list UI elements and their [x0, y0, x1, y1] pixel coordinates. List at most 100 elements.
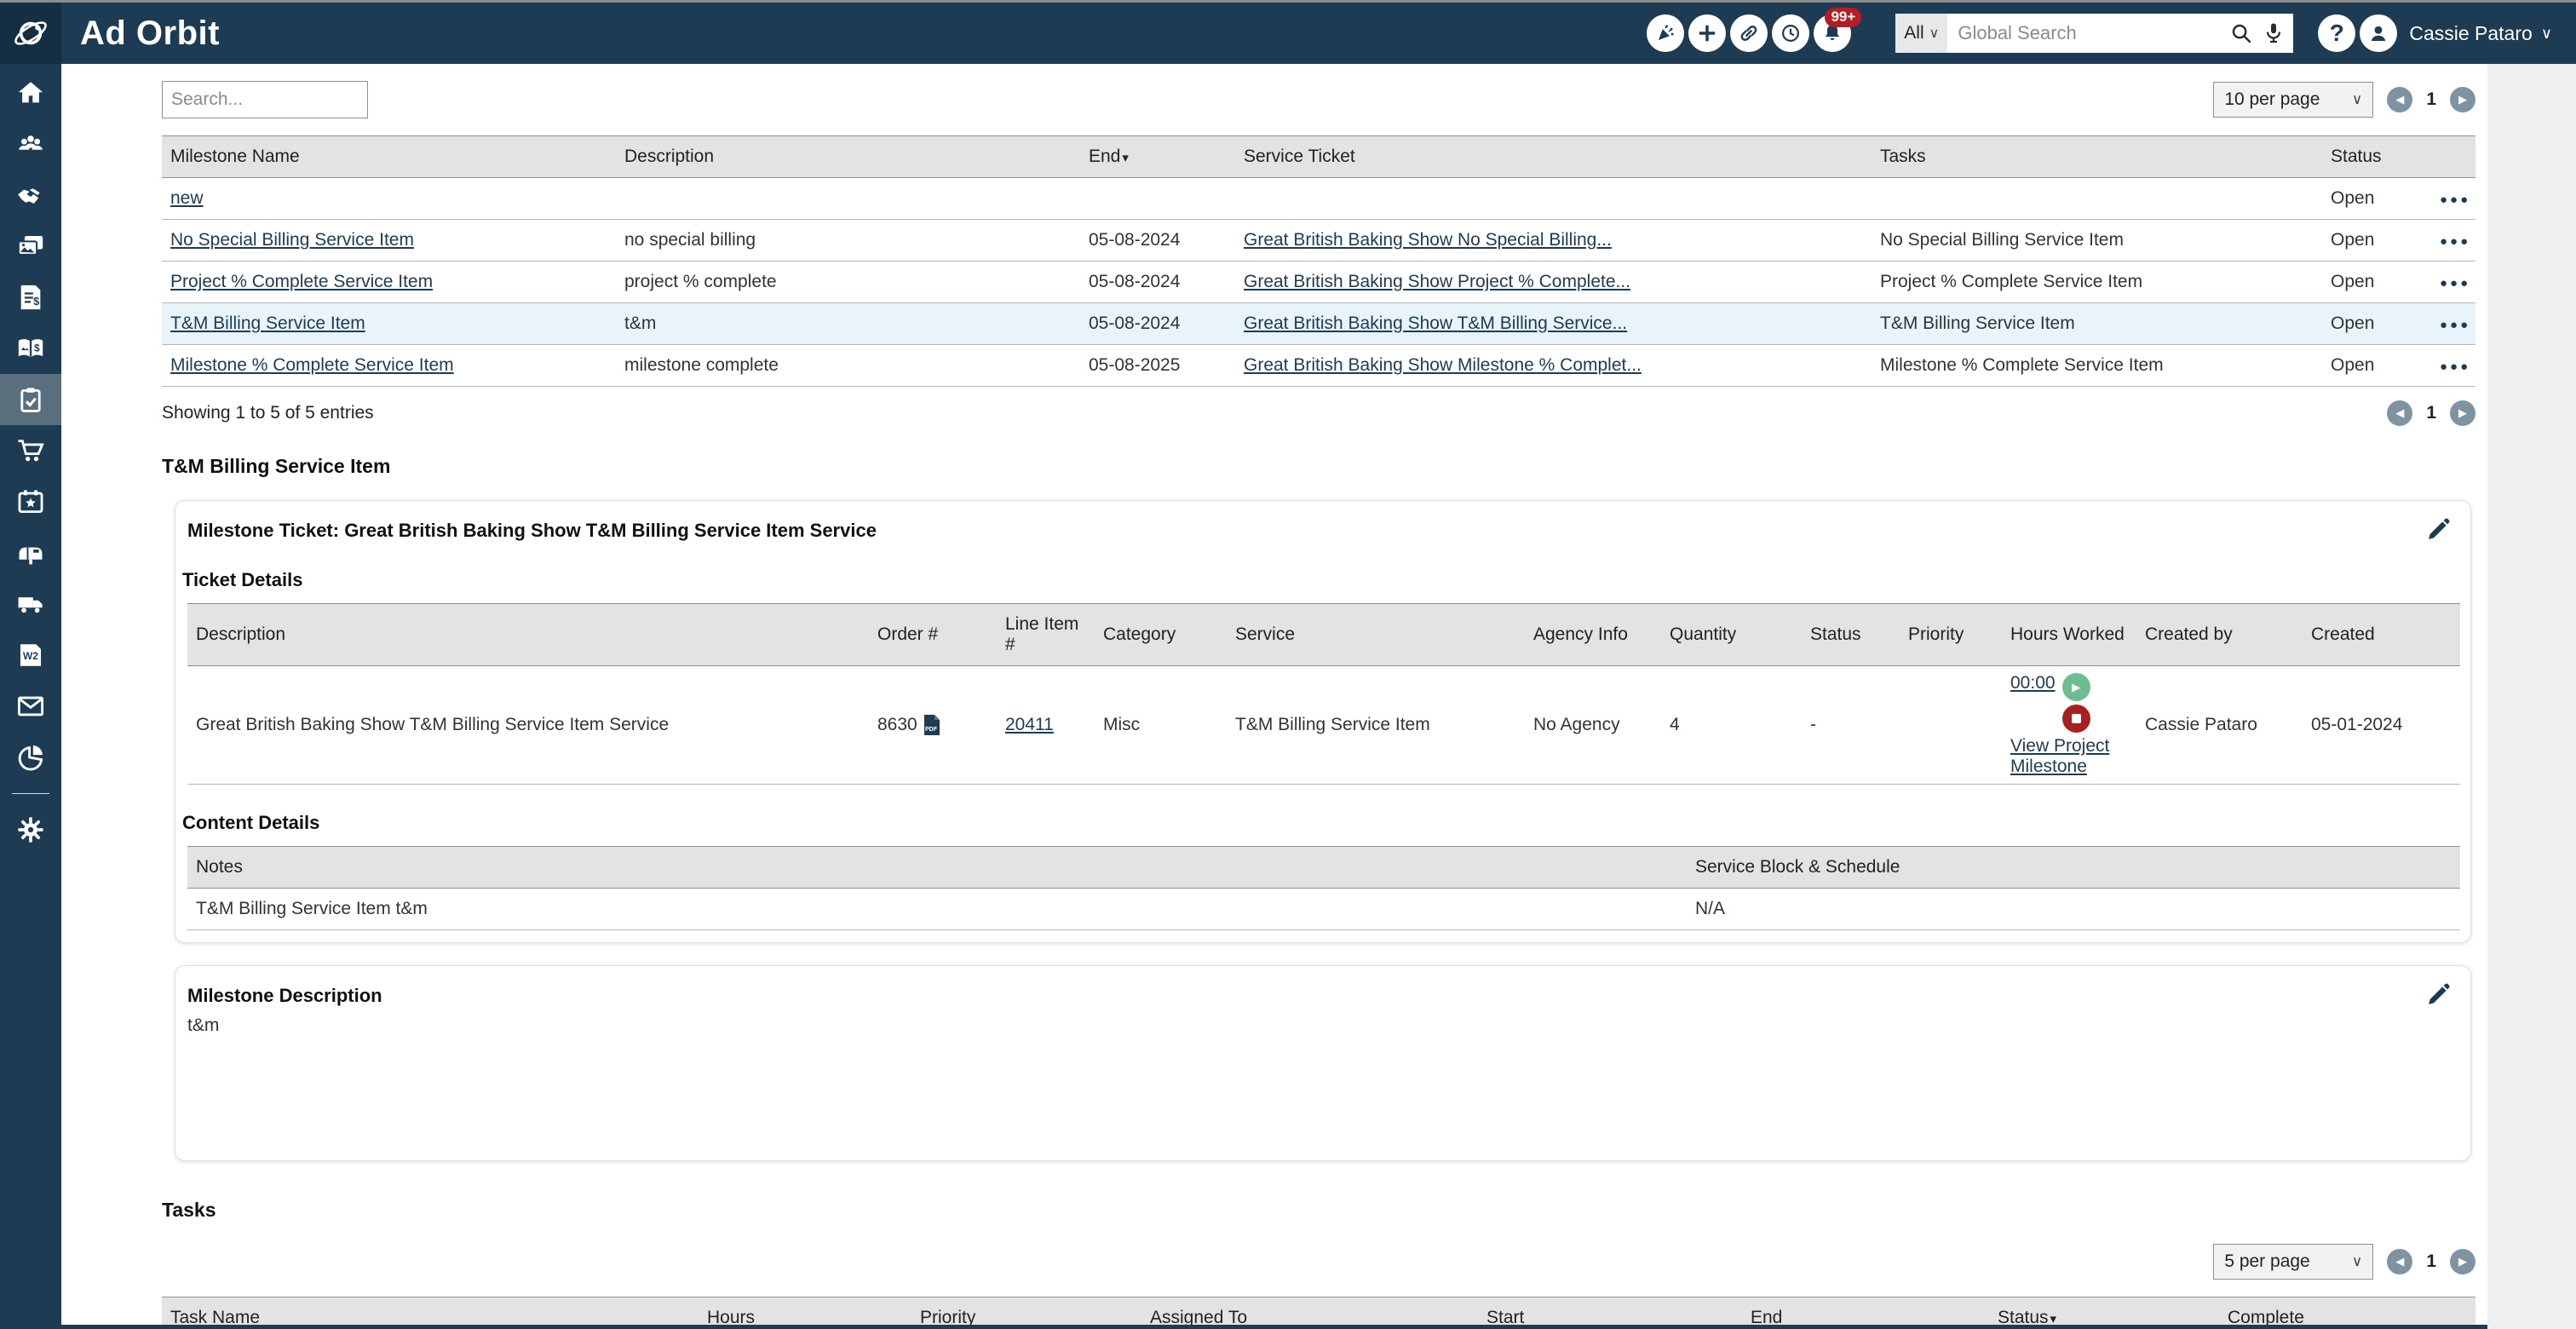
stop-timer-button[interactable] [2061, 705, 2090, 733]
milestone-description-text: t&m [187, 1015, 220, 1035]
edit-pencil-icon[interactable] [2426, 981, 2452, 1007]
user-name[interactable]: Cassie Pataro [2409, 22, 2532, 45]
sidebar-item-media[interactable] [0, 221, 61, 272]
next-page-button[interactable]: ▶ [2450, 87, 2475, 112]
microphone-icon[interactable] [2261, 20, 2286, 46]
next-page-button[interactable]: ▶ [2450, 400, 2475, 426]
milestone-link[interactable]: Milestone % Complete Service Item [170, 355, 454, 375]
milestone-row: No Special Billing Service Item no speci… [162, 219, 2475, 262]
content-row: T&M Billing Service Item t&m N/A [187, 888, 2460, 930]
notifications-button[interactable]: 99+ [1814, 8, 1862, 52]
milestone-row: new Open ●●● [162, 177, 2475, 220]
mailbox-icon [19, 547, 43, 565]
col-end[interactable]: End ▾ [1080, 135, 1235, 178]
hours-worked-link[interactable]: 00:00 [2010, 673, 2056, 736]
row-actions-menu[interactable]: ●●● [2440, 234, 2470, 249]
milestone-description-card: Milestone Description t&m [175, 965, 2471, 1161]
milestone-link[interactable]: Project % Complete Service Item [170, 272, 433, 291]
quick-links-button[interactable] [1730, 14, 1768, 52]
milestones-search-input[interactable] [162, 81, 368, 118]
notes-value: T&M Billing Service Item t&m [187, 888, 1687, 930]
row-actions-menu[interactable]: ●●● [2440, 276, 2470, 291]
service-ticket-link[interactable]: Great British Baking Show Milestone % Co… [1244, 355, 1642, 375]
edit-pencil-icon[interactable] [2426, 516, 2452, 542]
service-ticket-link[interactable]: Great British Baking Show No Special Bil… [1244, 230, 1612, 250]
pie-chart-icon [18, 745, 43, 771]
milestones-footer: Showing 1 to 5 of 5 entries ◀ 1 ▶ [162, 400, 2475, 426]
tasks-pager-top: ◀ 1 ▶ [2387, 1249, 2475, 1274]
milestone-link[interactable]: new [170, 188, 204, 208]
sidebar-item-settings[interactable] [0, 804, 61, 855]
row-actions-menu[interactable]: ●●● [2440, 318, 2470, 332]
service-ticket-link[interactable]: Great British Baking Show T&M Billing Se… [1244, 314, 1627, 333]
milestones-per-page-select[interactable]: 10 per page ∨ [2213, 82, 2374, 118]
user-menu-button[interactable] [2360, 14, 2398, 52]
sidebar-item-reports[interactable] [0, 732, 61, 783]
sidebar-item-tax-forms[interactable]: W2 [0, 630, 61, 681]
celebration-button[interactable] [1647, 14, 1685, 52]
add-button[interactable] [1688, 14, 1727, 52]
avatar-icon [2372, 26, 2386, 41]
sidebar-item-events[interactable] [0, 476, 61, 527]
page-number: 1 [2426, 403, 2436, 423]
right-gutter [2487, 64, 2576, 1329]
next-page-button[interactable]: ▶ [2450, 1249, 2475, 1274]
start-timer-button[interactable]: ▶ [2061, 673, 2090, 701]
col-milestone-name[interactable]: Milestone Name [162, 135, 616, 178]
milestone-row: Milestone % Complete Service Item milest… [162, 344, 2475, 387]
next-section-edge [61, 1325, 2487, 1329]
status-value: Open [2322, 261, 2431, 303]
prev-page-button[interactable]: ◀ [2387, 1249, 2413, 1274]
sidebar-item-home[interactable] [0, 67, 61, 118]
col-status[interactable]: Status [2322, 135, 2431, 178]
col-actions [2431, 135, 2475, 178]
sidebar-item-rate-cards[interactable]: $ [0, 323, 61, 374]
add-icon [1699, 25, 1716, 42]
sort-caret-icon: ▾ [1122, 151, 1129, 165]
sidebar-item-delivery[interactable] [0, 578, 61, 630]
sidebar-item-billing[interactable]: $ [0, 272, 61, 323]
help-icon: ? [2329, 20, 2344, 46]
line-item-link[interactable]: 20411 [1005, 715, 1054, 734]
pdf-icon[interactable]: PDF [923, 714, 941, 736]
view-project-milestone-link[interactable]: View Project Milestone [2010, 736, 2109, 776]
order-number: 8630 [877, 715, 917, 734]
tasks-per-page-select[interactable]: 5 per page ∨ [2213, 1244, 2374, 1280]
history-button[interactable] [1772, 14, 1810, 52]
help-button[interactable]: ? [2318, 14, 2356, 52]
row-actions-menu[interactable]: ●●● [2440, 360, 2470, 374]
prev-page-button[interactable]: ◀ [2387, 87, 2413, 112]
milestone-link[interactable]: T&M Billing Service Item [170, 314, 365, 333]
search-scope-select[interactable]: All ∨ [1895, 14, 1948, 53]
col-service-ticket[interactable]: Service Ticket [1235, 135, 1872, 178]
sidebar-item-projects[interactable] [0, 374, 61, 425]
milestones-header-row: Milestone Name Description End ▾ Service … [162, 135, 2475, 178]
sidebar-item-orders[interactable] [0, 425, 61, 476]
orbit-logo-icon [14, 21, 47, 45]
ticket-header-row: Description Order # Line Item # Category… [187, 603, 2460, 666]
sidebar-item-mailbox[interactable] [0, 527, 61, 578]
milestone-link[interactable]: No Special Billing Service Item [170, 230, 414, 250]
global-search-input[interactable] [1947, 14, 2229, 52]
prev-page-button[interactable]: ◀ [2387, 400, 2413, 426]
sidebar-item-contacts[interactable] [0, 118, 61, 170]
entries-summary: Showing 1 to 5 of 5 entries [162, 403, 374, 423]
col-description[interactable]: Description [616, 135, 1080, 178]
col-tasks[interactable]: Tasks [1872, 135, 2322, 178]
milestones-controls: 10 per page ∨ ◀ 1 ▶ [162, 81, 2475, 118]
gear-icon [18, 817, 43, 843]
search-icon[interactable] [2228, 20, 2254, 46]
sidebar-item-email[interactable] [0, 681, 61, 732]
row-actions-menu[interactable]: ●●● [2440, 193, 2470, 207]
global-search-bar: All ∨ [1895, 14, 2294, 53]
user-chevron-down-icon[interactable]: ∨ [2541, 25, 2552, 43]
svg-text:W2: W2 [23, 650, 38, 662]
svg-text:$: $ [34, 342, 40, 354]
link-icon [1740, 26, 1757, 41]
clipboard-check-icon [20, 388, 41, 412]
app-logo[interactable] [0, 3, 61, 64]
status-value: Open [2322, 344, 2431, 387]
sidebar-item-deals[interactable] [0, 170, 61, 221]
service-ticket-link[interactable]: Great British Baking Show Project % Comp… [1244, 272, 1630, 291]
ticket-details-table: Description Order # Line Item # Category… [187, 603, 2460, 785]
